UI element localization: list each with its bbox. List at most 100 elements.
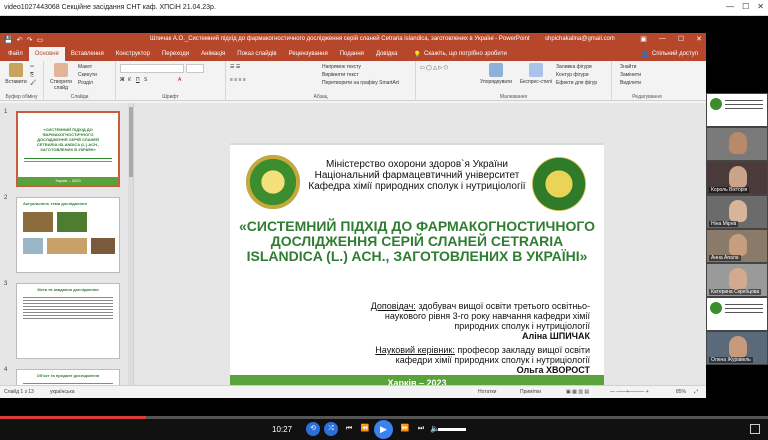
- shape-effects-button[interactable]: Ефекти для фігур: [556, 80, 597, 86]
- participant-tile[interactable]: [706, 93, 768, 127]
- user-email[interactable]: shpichakalina@gmail.com: [545, 36, 615, 42]
- layout-button[interactable]: Макет: [78, 64, 92, 70]
- quick-styles-button[interactable]: Експрес-стилі: [518, 63, 554, 85]
- fullscreen-icon[interactable]: [750, 424, 760, 434]
- italic-icon[interactable]: К: [128, 77, 131, 83]
- maximize-icon[interactable]: ☐: [742, 2, 749, 11]
- align-icon[interactable]: ≡ ≡ ≡ ≡: [230, 77, 246, 83]
- new-slide-icon: [54, 63, 68, 77]
- a-b-repeat-icon[interactable]: ⟲: [306, 422, 320, 436]
- tab-home[interactable]: Основне: [28, 47, 65, 61]
- minimize-icon[interactable]: —: [659, 35, 666, 43]
- participant-tile[interactable]: Король Вікторія: [706, 161, 768, 195]
- participant-tile[interactable]: Олена Журавель: [706, 331, 768, 365]
- maximize-icon[interactable]: ☐: [678, 35, 684, 43]
- next-icon[interactable]: ⏭: [414, 422, 428, 436]
- start-slideshow-icon[interactable]: ▭: [36, 36, 43, 44]
- participant-line: [725, 108, 763, 109]
- department-line: Кафедра хімії природних сполук і нутриці…: [308, 181, 526, 192]
- underline-icon[interactable]: П: [136, 77, 140, 83]
- text-direction-button[interactable]: Напрямок тексту: [322, 64, 361, 70]
- font-color-icon[interactable]: A: [178, 77, 181, 83]
- shadow-icon[interactable]: S: [144, 77, 147, 83]
- slide-thumbnail-1[interactable]: «СИСТЕМНИЙ ПІДХІД ДО ФАРМАКОГНОСТИЧНОГО …: [16, 111, 120, 187]
- participant-tile[interactable]: [706, 127, 768, 161]
- replace-button[interactable]: Замінити: [620, 72, 641, 78]
- volume-slider[interactable]: [438, 428, 466, 431]
- redo-icon[interactable]: ↷: [27, 36, 33, 44]
- slide-thumbnail-2[interactable]: Актуальність теми дослідження: [16, 197, 120, 273]
- tab-slideshow[interactable]: Показ слайдів: [231, 47, 282, 61]
- screen: video1027443068 Секційне засідання СНТ к…: [0, 0, 768, 440]
- tab-design[interactable]: Конструктор: [110, 47, 156, 61]
- new-slide-button[interactable]: Створити слайд: [48, 63, 74, 91]
- tell-me-box[interactable]: 💡 Скажіть, що потрібно зробити: [414, 51, 507, 58]
- participant-tile[interactable]: Ніна Мірна: [706, 195, 768, 229]
- notes-button[interactable]: Нотатки: [478, 389, 496, 395]
- slide-thumbnail-3[interactable]: Мета та завдання дослідження: [16, 283, 120, 359]
- arrange-button[interactable]: Упорядкувати: [478, 63, 514, 85]
- thumb-line: [23, 315, 113, 316]
- save-icon[interactable]: 💾: [4, 36, 13, 44]
- section-button[interactable]: Розділ: [78, 80, 93, 86]
- tab-help[interactable]: Довідка: [370, 47, 404, 61]
- participant-tile[interactable]: Катерина Скребцова: [706, 263, 768, 297]
- minimize-icon[interactable]: —: [726, 2, 734, 11]
- tab-file[interactable]: Файл: [2, 47, 29, 61]
- thumb-number: 3: [4, 281, 8, 287]
- group-drawing: ▭ ◯ △ ▷ ⬠ Упорядкувати Експрес-стилі Зал…: [416, 61, 612, 101]
- convert-smartart-button[interactable]: Перетворити на графіку SmartArt: [322, 80, 399, 86]
- reporter-text: здобувач вищої освіти третього освітньо-…: [384, 301, 590, 331]
- language-indicator[interactable]: українська: [50, 389, 75, 395]
- select-button[interactable]: Виділити: [620, 80, 641, 86]
- tab-review[interactable]: Рецензування: [283, 47, 334, 61]
- tab-view[interactable]: Подання: [334, 47, 370, 61]
- play-button[interactable]: ▶: [374, 420, 393, 439]
- scrollbar-thumb[interactable]: [129, 107, 133, 177]
- view-buttons[interactable]: ▣ ▦ ▥ ▤: [566, 389, 589, 395]
- thumb-line: [23, 318, 113, 319]
- tab-transitions[interactable]: Переходи: [156, 47, 195, 61]
- shape-fill-button[interactable]: Заливка фігури: [556, 64, 592, 70]
- current-slide[interactable]: Міністерство охорони здоров`я України На…: [230, 143, 604, 391]
- copy-icon[interactable]: ⎘: [30, 72, 34, 78]
- ribbon-display-icon[interactable]: ▣: [640, 35, 647, 43]
- slide-editing-area: Міністерство охорони здоров`я України На…: [134, 103, 706, 391]
- rewind-icon[interactable]: ⏪: [358, 422, 372, 436]
- shape-outline-button[interactable]: Контур фігури: [556, 72, 588, 78]
- new-slide-label: Створити слайд: [50, 79, 72, 91]
- shuffle-icon[interactable]: ⤮: [324, 422, 338, 436]
- previous-icon[interactable]: ⏮: [342, 422, 356, 436]
- zoom-slider[interactable]: — ——+——— +: [610, 389, 649, 395]
- slide-header: Міністерство охорони здоров`я України На…: [304, 159, 530, 192]
- font-name-input[interactable]: [120, 64, 184, 73]
- slide-thumbnail-4[interactable]: Об'єкт та предмет дослідження: [16, 369, 120, 385]
- thumb-line: [23, 300, 113, 301]
- fit-slide-icon[interactable]: ⤢: [694, 389, 698, 395]
- align-text-button[interactable]: Вирівняти текст: [322, 72, 359, 78]
- slide-thumbnails-pane[interactable]: 1 «СИСТЕМНИЙ ПІДХІД ДО ФАРМАКОГНОСТИЧНОГ…: [0, 103, 134, 385]
- bold-icon[interactable]: Ж: [120, 77, 125, 83]
- player-controls: 10:27 ⟲ ⤮ ⏮ ⏪ ▶ ⏩ ⏭ 🔈: [0, 419, 768, 440]
- undo-icon[interactable]: ↶: [17, 36, 23, 44]
- participant-tile[interactable]: [706, 297, 768, 331]
- reset-button[interactable]: Скинути: [78, 72, 97, 78]
- format-painter-icon[interactable]: 🖌: [30, 80, 36, 86]
- cut-icon[interactable]: ✂: [30, 64, 34, 70]
- tab-insert[interactable]: Вставлення: [65, 47, 110, 61]
- bullets-icon[interactable]: ☰ ☰: [230, 64, 240, 70]
- paste-button[interactable]: Вставити: [4, 63, 28, 85]
- participant-name: Ніна Мірна: [709, 221, 739, 227]
- zoom-level[interactable]: 85%: [676, 389, 686, 395]
- participant-tile[interactable]: Анна Апала: [706, 229, 768, 263]
- tab-animations[interactable]: Анімація: [195, 47, 231, 61]
- shapes-gallery[interactable]: ▭ ◯ △ ▷ ⬠: [420, 65, 448, 71]
- find-button[interactable]: Знайти: [620, 64, 636, 70]
- font-size-input[interactable]: [186, 64, 204, 73]
- close-icon[interactable]: ✕: [757, 2, 764, 11]
- fast-forward-icon[interactable]: ⏩: [398, 422, 412, 436]
- share-button[interactable]: 👤 Спільний доступ: [641, 51, 706, 58]
- thumb-line: [23, 297, 113, 298]
- comments-button[interactable]: Примітки: [520, 389, 541, 395]
- close-icon[interactable]: ✕: [696, 35, 702, 43]
